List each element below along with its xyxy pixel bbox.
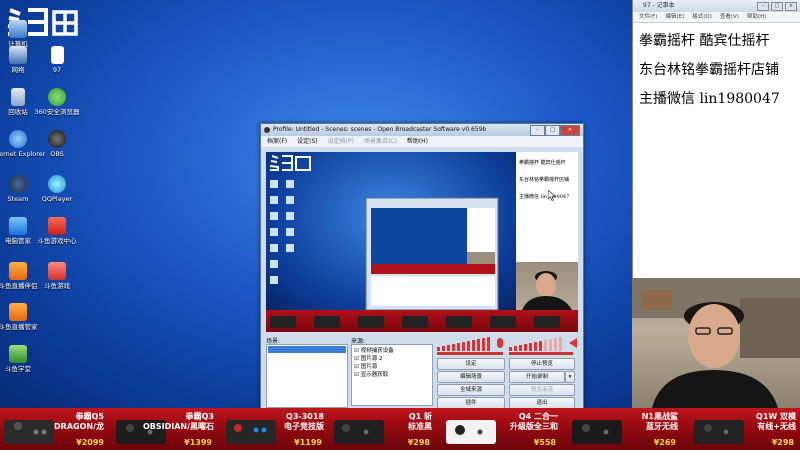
menu-help[interactable]: 帮助(H) [407, 136, 428, 147]
minimize-button[interactable]: – [530, 125, 545, 136]
game-center-icon [48, 217, 66, 235]
notepad-text-area[interactable]: 拳霸摇杆 酷宾仕摇杆 东台林铭拳霸摇杆店铺 主播微信 lin1980047 [633, 23, 800, 114]
desktop-icon-douyu-school[interactable]: 斗鱼学堂 [0, 345, 46, 373]
recycle-bin-icon [11, 88, 25, 106]
stream-preview: 拳霸摇杆 酷宾仕摇杆 东台林铭拳霸摇杆店铺 主播微信 lin1980047 [266, 152, 578, 332]
promo-item[interactable]: Q3-3018 电子竞技版 ¥1199 [222, 408, 326, 450]
obs-window[interactable]: Profile: Untitled - Scenes: scenes - Ope… [260, 123, 584, 410]
steam-icon [9, 175, 27, 193]
douyu-manager-icon [9, 303, 27, 321]
promo-item[interactable]: Q4 二合一 升级版全三和 ¥558 [442, 408, 560, 450]
chevron-down-icon: ▾ [568, 374, 572, 380]
computer-icon [9, 20, 27, 38]
maximize-button[interactable]: □ [771, 2, 783, 11]
promo-item[interactable]: 拳霸Q5 DRAGON/龙 ¥2099 [0, 408, 110, 450]
obs-icon [48, 130, 66, 148]
joystick-product-icon [446, 420, 496, 444]
promo-item[interactable]: Q1 斩标准黑 ¥298 [330, 408, 434, 450]
close-button[interactable]: × [785, 2, 797, 11]
sources-list[interactable]: ☑ 视频捕获设备 ☑ 图片源 2 ☑ 图片源 ☑ 显示器获取 [351, 344, 433, 406]
notepad-line: 拳霸摇杆 酷宾仕摇杆 [639, 33, 770, 49]
menu-settings[interactable]: 设定(S) [297, 136, 318, 147]
notepad-menubar: 文件(F) 编辑(E) 格式(O) 查看(V) 帮助(H) [633, 12, 800, 23]
desktop-icon-computer[interactable]: 计算机 [0, 20, 46, 48]
speaker-icon[interactable] [569, 338, 577, 348]
menu-scene-collection[interactable]: 场景集合(C) [364, 136, 397, 147]
menu-edit[interactable]: 编辑(E) [665, 12, 684, 22]
start-recording-button[interactable]: 开始录制 [509, 371, 565, 383]
webcam-feed [632, 278, 800, 408]
scenes-list[interactable] [266, 344, 348, 408]
source-item[interactable]: ☑ 显示器获取 [354, 371, 430, 379]
douyu-school-icon [9, 345, 27, 363]
joystick-product-icon [4, 420, 54, 444]
edit-scene-button[interactable]: 编辑场景 [437, 371, 505, 383]
promo-banner: 拳霸Q5 DRAGON/龙 ¥2099 拳霸Q3 OBSIDIAN/黑曜石 ¥139… [0, 408, 800, 450]
mouse-cursor-icon [548, 190, 556, 201]
menu-file[interactable]: 文件(F) [639, 12, 657, 22]
menu-profiles[interactable]: 设定档(P) [328, 136, 354, 147]
joystick-product-icon [694, 420, 744, 444]
desktop-icon-douyu-game[interactable]: 斗鱼游戏 [29, 262, 85, 290]
joystick-product-icon [572, 420, 622, 444]
pc-manager-icon [9, 217, 27, 235]
desktop-icon-360-browser[interactable]: 360安全浏览器 [29, 88, 85, 116]
obs-title: Profile: Untitled - Scenes: scenes - Ope… [273, 126, 487, 133]
source-item[interactable]: ☑ 图片源 2 [354, 355, 430, 363]
menu-view[interactable]: 查看(V) [720, 12, 739, 22]
desktop-volume-slider[interactable] [437, 352, 503, 355]
promo-item[interactable]: Q1W 双模 有线+无线 ¥298 [690, 408, 798, 450]
notepad-title: 97 - 记事本 [643, 2, 675, 9]
desktop-icon-obs[interactable]: OBS [29, 130, 85, 158]
close-button[interactable]: × [560, 125, 580, 136]
obs-app-icon [264, 127, 270, 133]
menu-profile[interactable]: 档案(F) [267, 136, 287, 147]
network-icon [9, 46, 27, 64]
notepad-line: 主播微信 lin1980047 [639, 91, 780, 107]
joystick-product-icon [334, 420, 384, 444]
desktop-icon-game-center[interactable]: 斗鱼游戏中心 [29, 217, 85, 245]
promo-item[interactable]: N1黑战鲨 蓝牙无线 ¥269 [568, 408, 680, 450]
preview-notepad: 拳霸摇杆 酷宾仕摇杆 东台林铭拳霸摇杆店铺 主播微信 lin1980047 [516, 152, 578, 262]
joystick-product-icon [226, 420, 276, 444]
notepad-line: 东台林铭拳霸摇杆店铺 [639, 62, 779, 78]
scene-item-selected[interactable] [268, 346, 346, 353]
settings-button[interactable]: 设定 [437, 358, 505, 370]
document-icon [50, 46, 64, 64]
menu-help[interactable]: 帮助(H) [747, 12, 766, 22]
menu-format[interactable]: 格式(O) [692, 12, 712, 22]
minimize-button[interactable]: – [757, 2, 769, 11]
source-item[interactable]: ☑ 视频捕获设备 [354, 347, 430, 355]
ie-icon [9, 130, 27, 148]
recording-dropdown-button[interactable]: ▾ [565, 371, 575, 383]
preview-banner [266, 310, 578, 332]
microphone-icon[interactable] [497, 338, 503, 348]
notepad-window[interactable]: 97 - 记事本 – □ × 文件(F) 编辑(E) 格式(O) 查看(V) 帮… [632, 0, 800, 278]
global-sources-button[interactable]: 全域来源 [437, 384, 505, 396]
douyu-game-icon [48, 262, 66, 280]
promo-item[interactable]: 拳霸Q3 OBSIDIAN/黑曜石 ¥1399 [112, 408, 216, 450]
desktop-icon-douyu-manager[interactable]: 斗鱼直播管家 [0, 303, 46, 331]
qqplayer-icon [48, 175, 66, 193]
browser-icon [48, 88, 66, 106]
stop-preview-button[interactable]: 停止预览 [509, 358, 575, 370]
mic-audio-meter[interactable] [509, 336, 567, 351]
preview-webcam [516, 262, 578, 310]
desktop-icon-qqplayer[interactable]: QQPlayer [29, 175, 85, 203]
douyu-app-icon [9, 262, 27, 280]
source-item[interactable]: ☑ 图片源 [354, 363, 430, 371]
notepad-titlebar[interactable]: 97 - 记事本 – □ × [633, 0, 800, 12]
desktop-audio-meter[interactable] [437, 336, 495, 351]
obs-menubar: 档案(F) 设定(S) 设定档(P) 场景集合(C) 帮助(H) [261, 136, 583, 147]
desktop-icon-97[interactable]: 97 [29, 46, 85, 74]
mic-volume-slider[interactable] [509, 352, 573, 355]
obs-titlebar[interactable]: Profile: Untitled - Scenes: scenes - Ope… [261, 124, 583, 136]
preview-stream-button[interactable]: 预览串流 [509, 384, 575, 396]
streamer-image [632, 278, 800, 408]
maximize-button[interactable]: □ [545, 125, 560, 136]
preview-desktop [266, 152, 516, 311]
